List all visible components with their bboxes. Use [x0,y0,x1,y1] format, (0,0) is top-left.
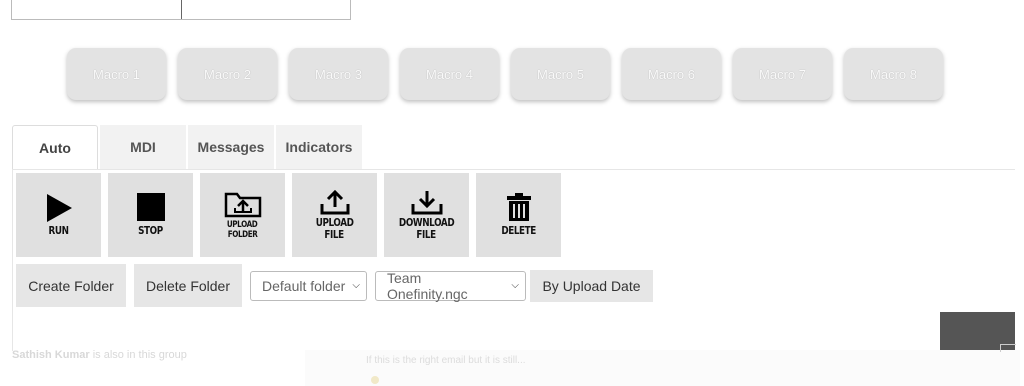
background-text: Sathish Kumar is also in this group [12,349,187,361]
upload-file-label-2: FILE [324,228,345,241]
action-toolbar: RUN STOP UPLOAD FOLDER UPLOAD FILE DOWNL… [16,173,561,257]
folder-select-value: Default folder [262,277,346,294]
download-file-button[interactable]: DOWNLOAD FILE [384,173,469,257]
delete-folder-button[interactable]: Delete Folder [134,264,242,307]
chevron-down-icon: ⌵ [511,280,519,291]
upload-icon [320,189,349,215]
top-table-cell [182,0,350,19]
stop-label: STOP [138,224,163,237]
background-user-suffix: is also in this group [89,349,187,361]
stop-icon [136,193,165,221]
delete-button[interactable]: DELETE [476,173,561,257]
file-select-value: Team Onefinity.ngc [387,269,468,302]
background-user-name: Sathish Kumar [12,349,90,361]
delete-label: DELETE [501,224,536,237]
play-icon [46,194,72,222]
macro-button-3[interactable]: Macro 3 [289,48,388,100]
tab-mdi[interactable]: MDI [100,125,186,169]
macro-button-8[interactable]: Macro 8 [844,48,943,100]
tab-bar: Auto MDI Messages Indicators [12,125,364,170]
upload-folder-icon [224,192,261,218]
file-controls: Create Folder Delete Folder Default fold… [16,264,653,307]
background-message: If this is the right email but it is sti… [366,355,526,366]
upload-folder-button[interactable]: UPLOAD FOLDER [200,173,285,257]
top-table-cell [12,0,182,19]
trash-icon [506,193,531,221]
tab-messages[interactable]: Messages [188,125,274,169]
run-button[interactable]: RUN [16,173,101,257]
tab-auto[interactable]: Auto [12,125,98,170]
upload-file-button[interactable]: UPLOAD FILE [292,173,377,257]
download-icon [411,191,442,215]
stop-button[interactable]: STOP [108,173,193,257]
macro-button-1[interactable]: Macro 1 [67,48,166,100]
macro-button-6[interactable]: Macro 6 [622,48,721,100]
chevron-down-icon: ⌵ [352,280,360,291]
upload-folder-label-1: UPLOAD [227,220,258,230]
folder-select[interactable]: Default folder ⌵ [250,270,367,301]
macro-bar: Macro 1 Macro 2 Macro 3 Macro 4 Macro 5 … [67,48,943,100]
resize-icon [1000,344,1016,352]
macro-button-7[interactable]: Macro 7 [733,48,832,100]
run-label: RUN [48,224,69,237]
sort-by-upload-date-button[interactable]: By Upload Date [530,269,653,302]
macro-button-5[interactable]: Macro 5 [511,48,610,100]
top-table-fragment [11,0,351,20]
macro-button-4[interactable]: Macro 4 [400,48,499,100]
upload-folder-label-2: FOLDER [227,230,258,240]
macro-button-2[interactable]: Macro 2 [178,48,277,100]
file-select[interactable]: Team Onefinity.ngc ⌵ [375,269,526,302]
tab-indicators[interactable]: Indicators [276,125,362,169]
emoji-icon [371,376,379,384]
create-folder-button[interactable]: Create Folder [16,264,126,307]
download-file-label-2: FILE [416,228,437,241]
